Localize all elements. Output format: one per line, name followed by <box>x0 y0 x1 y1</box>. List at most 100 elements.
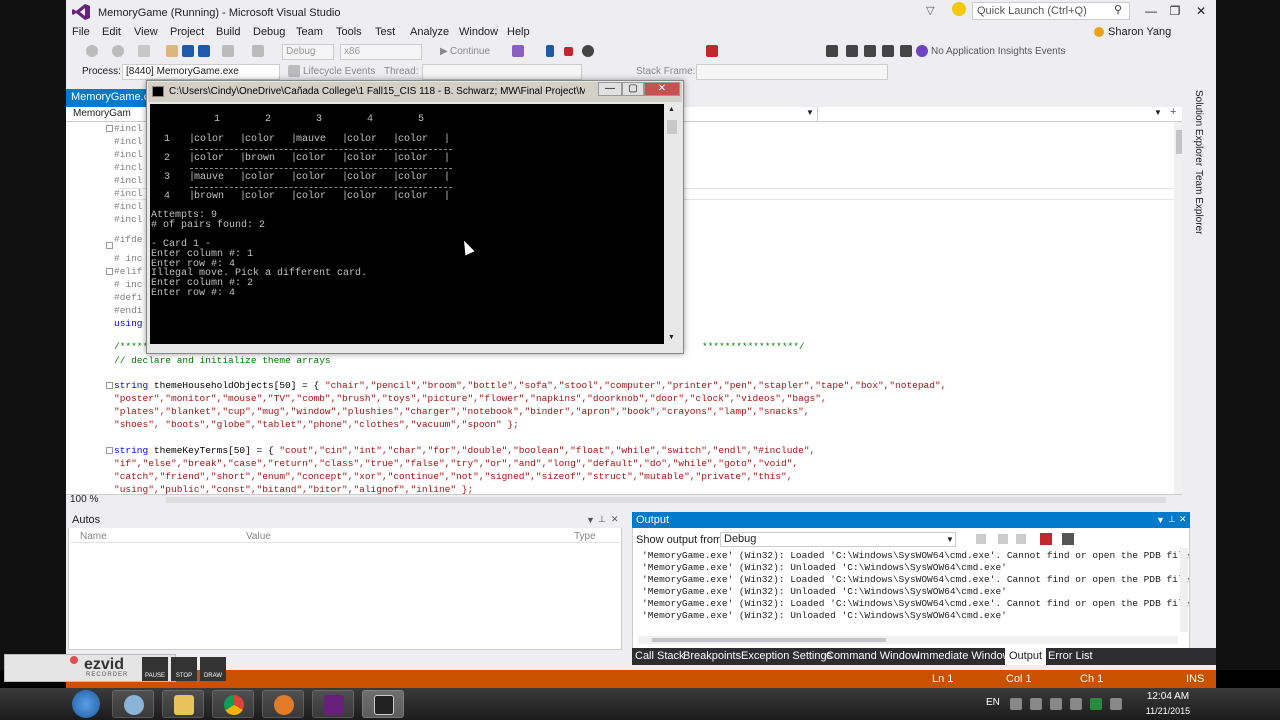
user-avatar-icon[interactable] <box>1094 27 1104 37</box>
console-maximize-button[interactable]: ▢ <box>622 82 644 96</box>
console-scrollbar-thumb[interactable] <box>667 120 677 134</box>
ezvid-draw-button[interactable]: DRAW <box>200 657 226 681</box>
tab-call-stack[interactable]: Call Stack <box>635 650 685 662</box>
lifecycle-icon[interactable] <box>288 65 300 77</box>
new-project-icon[interactable] <box>138 45 150 57</box>
find-message-icon[interactable] <box>976 534 986 544</box>
tray-flag-icon[interactable] <box>1010 698 1022 710</box>
taskbar-explorer[interactable] <box>162 690 204 718</box>
user-name[interactable]: Sharon Yang <box>1108 26 1171 38</box>
ezvid-stop-button[interactable]: STOP <box>171 657 197 681</box>
search-icon[interactable]: ⚲ <box>1114 3 1122 16</box>
taskbar-visual-studio[interactable] <box>312 690 354 718</box>
debug-target-icon[interactable] <box>512 45 524 57</box>
exception-icon[interactable] <box>706 45 718 57</box>
document-tab[interactable]: MemoryGame.cpp <box>66 89 156 107</box>
minimize-button[interactable]: — <box>1140 4 1162 20</box>
console-close-button[interactable]: ✕ <box>644 82 680 96</box>
tray-battery-icon[interactable] <box>1070 698 1082 710</box>
menu-window[interactable]: Window <box>459 26 498 38</box>
bookmark-folder-icon[interactable] <box>882 45 894 57</box>
menu-team[interactable]: Team <box>296 26 323 38</box>
quick-launch-input[interactable]: Quick Launch (Ctrl+Q) <box>972 2 1130 20</box>
tray-app-icon[interactable] <box>1050 698 1062 710</box>
collapse-toggle-icon[interactable] <box>106 447 113 454</box>
menu-test[interactable]: Test <box>375 26 395 38</box>
pause-icon[interactable] <box>546 45 554 57</box>
pin-icon[interactable]: ⊥ <box>598 514 606 525</box>
redo-icon[interactable] <box>252 45 264 57</box>
prev-message-icon[interactable] <box>998 534 1008 544</box>
tab-exception-settings[interactable]: Exception Settings <box>741 650 832 662</box>
chevron-down-icon[interactable]: ▼ <box>1154 108 1162 117</box>
bookmark-icon[interactable] <box>826 45 838 57</box>
forward-icon[interactable] <box>112 45 124 57</box>
tab-command-window[interactable]: Command Window <box>826 650 919 662</box>
team-explorer-tab[interactable]: Team Explorer <box>1193 170 1204 234</box>
back-icon[interactable] <box>86 45 98 57</box>
word-wrap-icon[interactable] <box>1062 533 1074 545</box>
language-indicator[interactable]: EN <box>986 697 1000 708</box>
close-icon[interactable]: ✕ <box>611 514 619 525</box>
start-button[interactable] <box>72 690 100 718</box>
nav-scope-combo[interactable]: MemoryGam <box>70 107 150 121</box>
console-scrollbar[interactable] <box>664 104 680 344</box>
next-message-icon[interactable] <box>1016 534 1026 544</box>
taskbar-chrome[interactable] <box>212 690 254 718</box>
taskbar-app[interactable] <box>262 690 304 718</box>
autos-col-name[interactable]: Name <box>80 531 107 542</box>
stop-icon[interactable] <box>564 47 573 56</box>
solution-platform-combo[interactable]: x86 <box>340 44 422 60</box>
tab-output[interactable]: Output <box>1005 648 1047 665</box>
zoom-level[interactable]: 100 % <box>70 494 98 505</box>
menu-help[interactable]: Help <box>507 26 530 38</box>
scroll-up-icon[interactable]: ▲ <box>668 106 675 113</box>
insights-icon[interactable] <box>916 45 928 57</box>
pin-icon[interactable]: ⊥ <box>1168 514 1176 525</box>
bookmark-clear-icon[interactable] <box>900 45 912 57</box>
output-horizontal-thumb[interactable] <box>652 638 886 642</box>
collapse-toggle-icon[interactable] <box>106 382 113 389</box>
collapse-toggle-icon[interactable] <box>106 268 113 275</box>
collapse-toggle-icon[interactable] <box>106 125 113 132</box>
taskbar-console[interactable] <box>362 690 404 718</box>
clear-all-icon[interactable] <box>1040 533 1052 545</box>
menu-analyze[interactable]: Analyze <box>410 26 449 38</box>
chevron-down-icon[interactable]: ▼ <box>946 535 954 544</box>
console-minimize-button[interactable]: — <box>598 82 622 96</box>
continue-icon[interactable]: ▶ <box>440 46 448 57</box>
bookmark-next-icon[interactable] <box>864 45 876 57</box>
restart-icon[interactable] <box>582 45 594 57</box>
undo-icon[interactable] <box>222 45 234 57</box>
menu-tools[interactable]: Tools <box>336 26 362 38</box>
ezvid-pause-button[interactable]: PAUSE <box>142 657 168 681</box>
tab-breakpoints[interactable]: Breakpoints <box>683 650 741 662</box>
tray-volume-icon[interactable] <box>1110 698 1122 710</box>
panel-dropdown-icon[interactable]: ▼ <box>586 515 595 525</box>
chevron-down-icon[interactable]: ▼ <box>806 108 814 117</box>
feedback-smiley-icon[interactable] <box>952 2 966 16</box>
taskbar-paint-app[interactable] <box>112 690 154 718</box>
maximize-button[interactable]: ❐ <box>1164 4 1186 20</box>
split-add-icon[interactable]: + <box>1170 106 1176 118</box>
menu-file[interactable]: File <box>72 26 90 38</box>
menu-view[interactable]: View <box>134 26 158 38</box>
tray-network-icon[interactable] <box>1030 698 1042 710</box>
show-output-combo[interactable]: Debug <box>720 532 956 547</box>
scroll-down-icon[interactable]: ▼ <box>668 334 675 341</box>
collapse-toggle-icon[interactable] <box>106 242 113 249</box>
menu-build[interactable]: Build <box>216 26 240 38</box>
autos-col-type[interactable]: Type <box>574 531 596 542</box>
close-icon[interactable]: ✕ <box>1179 514 1187 525</box>
solution-explorer-tab[interactable]: Solution Explorer <box>1193 90 1204 166</box>
filter-icon[interactable]: ▽ <box>926 4 934 17</box>
clock-date[interactable]: 11/21/2015 <box>1140 706 1196 716</box>
tab-immediate-window[interactable]: Immediate Window <box>917 650 1011 662</box>
output-scrollbar[interactable] <box>1180 548 1188 632</box>
close-button[interactable]: ✕ <box>1190 4 1212 20</box>
process-combo[interactable]: [8440] MemoryGame.exe <box>122 64 280 80</box>
editor-horizontal-scrollbar[interactable] <box>166 497 1166 503</box>
stack-frame-combo[interactable] <box>696 64 888 80</box>
thread-combo[interactable] <box>422 64 582 80</box>
tab-error-list[interactable]: Error List <box>1048 650 1093 662</box>
